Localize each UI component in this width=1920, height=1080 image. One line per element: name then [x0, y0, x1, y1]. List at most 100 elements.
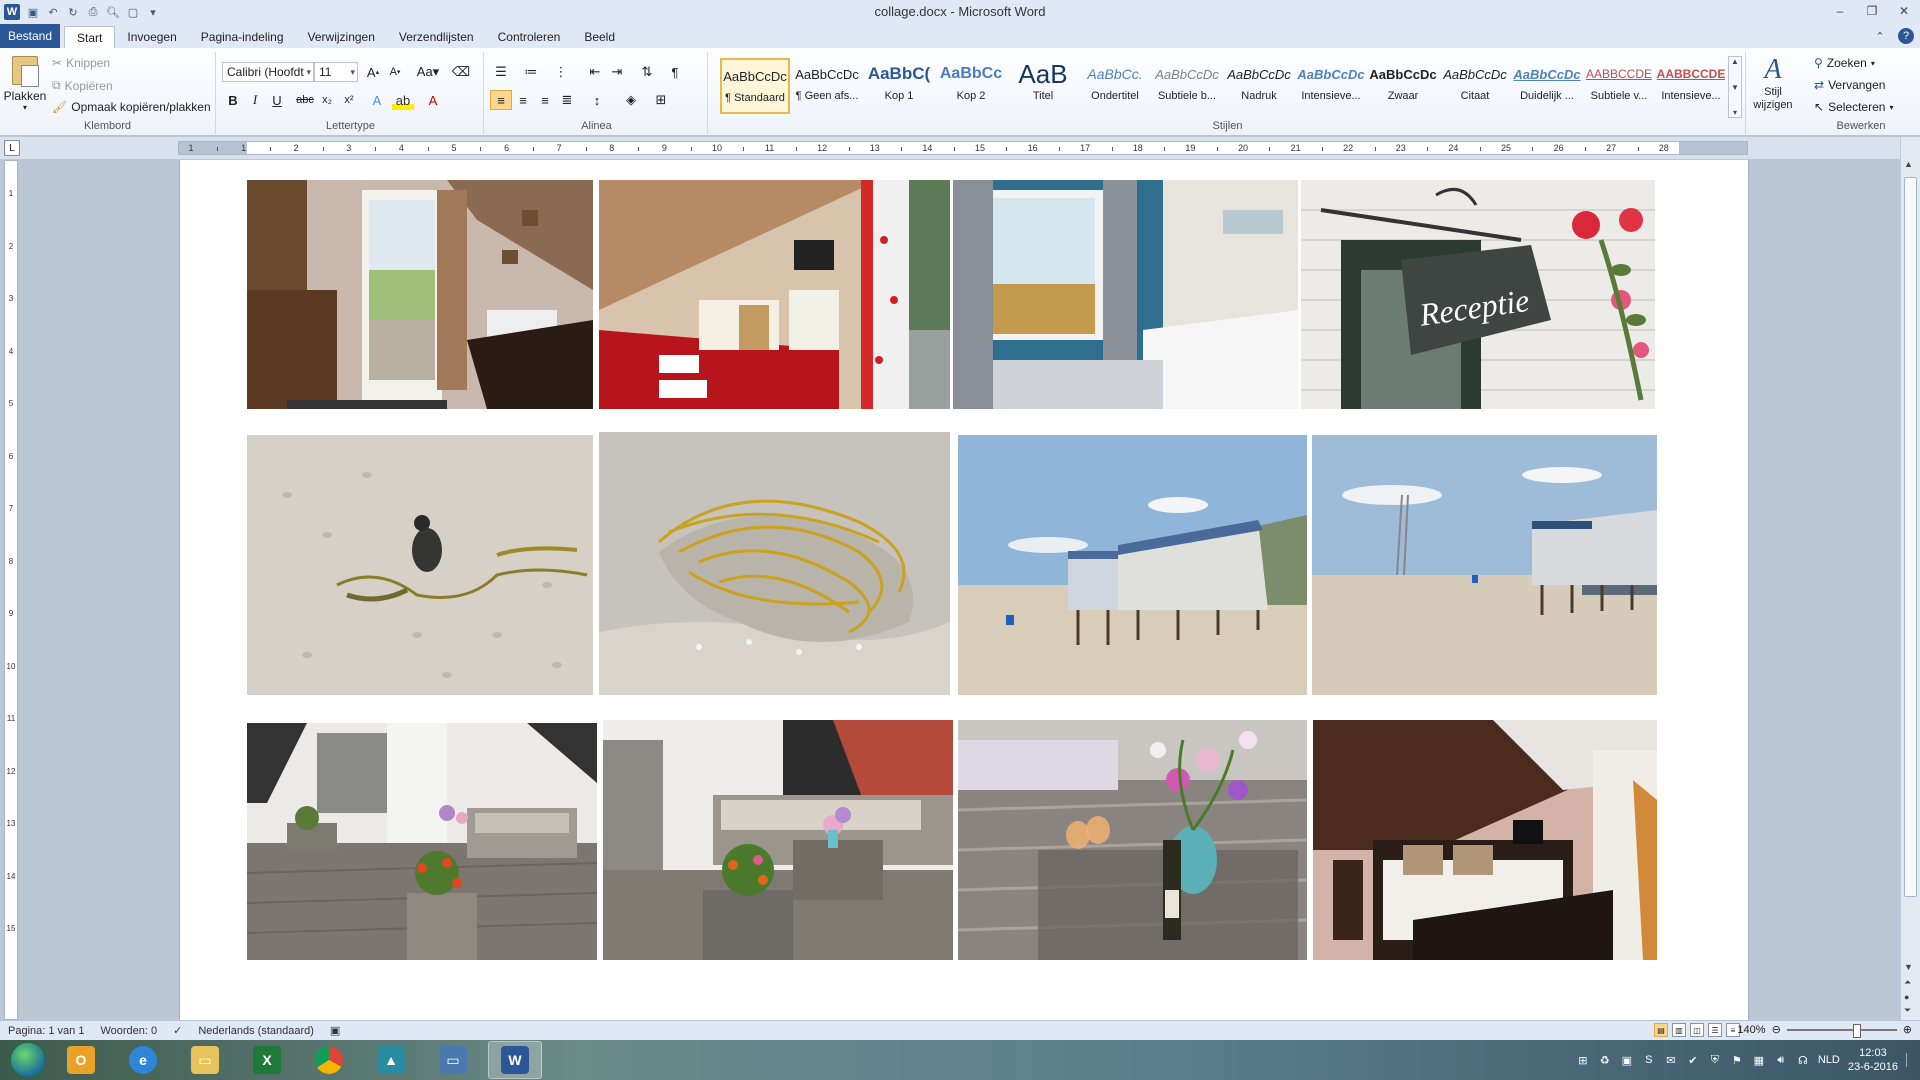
language-status[interactable]: Nederlands (standaard) — [190, 1025, 322, 1037]
increase-indent-icon[interactable]: ⇥ — [606, 62, 628, 82]
tab-home[interactable]: Start — [64, 26, 116, 48]
vertical-scrollbar[interactable]: ▲ ▼ ⏶ ● ⏷ — [1900, 137, 1920, 1020]
horizontal-ruler[interactable]: 1 1 2 3 4 5 6 7 8 9 10 11 12 13 14 15 16 17 18 19 20 21 22 23 24… — [178, 141, 1748, 155]
tab-file[interactable]: Bestand — [0, 24, 61, 48]
app-tray-icon[interactable]: ▣ — [1620, 1053, 1634, 1067]
customize-qat-icon[interactable]: ▾ — [146, 5, 160, 19]
skype-icon[interactable]: S — [1642, 1053, 1656, 1067]
select-button[interactable]: ↖ Selecteren ▾ — [1814, 100, 1893, 114]
word-logo-icon[interactable]: W — [4, 4, 20, 20]
style-standard[interactable]: AaBbCcDc ¶ Standaard — [720, 58, 790, 114]
align-center-icon[interactable]: ≡ — [512, 90, 534, 110]
style-emphasis[interactable]: AaBbCcDc Nadruk — [1224, 58, 1294, 114]
help-icon[interactable]: ? — [1898, 28, 1914, 44]
copy-button[interactable]: ⧉ Kopiëren — [52, 78, 113, 93]
replace-button[interactable]: ⇄ Vervangen — [1814, 78, 1885, 92]
print-icon[interactable]: ⎙ — [86, 5, 100, 19]
full-screen-reading-icon[interactable]: ▥ — [1672, 1023, 1686, 1037]
close-button[interactable]: ✕ — [1888, 0, 1920, 22]
align-right-icon[interactable]: ≡ — [534, 90, 556, 110]
style-quote[interactable]: AaBbCcDc Citaat — [1440, 58, 1510, 114]
underline-icon[interactable]: U — [266, 90, 288, 110]
tab-selector-icon[interactable]: L — [4, 140, 20, 156]
recycle-icon[interactable]: ♻ — [1598, 1053, 1612, 1067]
windows-icon[interactable]: ⊞ — [1576, 1053, 1590, 1067]
page-count[interactable]: Pagina: 1 van 1 — [0, 1025, 92, 1037]
taskbar-excel[interactable]: X — [240, 1041, 294, 1079]
start-button[interactable] — [10, 1042, 46, 1078]
network-icon[interactable]: ▦ — [1752, 1053, 1766, 1067]
shrink-font-icon[interactable]: A ▾ — [384, 62, 406, 82]
format-painter-button[interactable]: 🖌︎ Opmaak kopiëren/plakken — [52, 100, 211, 114]
taskbar-internet-explorer[interactable]: e — [116, 1041, 170, 1079]
browse-object-icon[interactable]: ● — [1904, 992, 1909, 1002]
style-intense-reference[interactable]: AABBCCDE Intensieve... — [1656, 58, 1726, 114]
minimize-button[interactable]: – — [1824, 0, 1856, 22]
styles-gallery-scroll[interactable]: ▲ ▼ ▾ — [1728, 56, 1742, 118]
style-subtle-emphasis[interactable]: AaBbCcDc Subtiele b... — [1152, 58, 1222, 114]
align-left-icon[interactable]: ≡ — [490, 90, 512, 110]
line-spacing-icon[interactable]: ↕ — [586, 90, 608, 110]
next-page-icon[interactable]: ⏷ — [1904, 1005, 1911, 1016]
style-subtle-reference[interactable]: AABBCCDE Subtiele v... — [1584, 58, 1654, 114]
sort-icon[interactable]: ⇅ — [636, 62, 658, 82]
subscript-icon[interactable]: x₂ — [316, 90, 338, 110]
redo-icon[interactable]: ↻ — [66, 5, 80, 19]
photo-seaweed[interactable] — [599, 432, 950, 695]
taskbar-outlook[interactable]: O — [54, 1041, 108, 1079]
document-page[interactable]: Receptie — [180, 160, 1748, 1020]
photo-red-room[interactable] — [599, 180, 950, 409]
taskbar-explorer[interactable]: ▭ — [178, 1041, 232, 1079]
decrease-indent-icon[interactable]: ⇤ — [584, 62, 606, 82]
show-desktop-icon[interactable] — [1906, 1053, 1912, 1067]
restore-button[interactable]: ❐ — [1856, 0, 1888, 22]
taskbar-photo-app[interactable]: ▲ — [364, 1041, 418, 1079]
minimize-ribbon-icon[interactable]: ⌃ — [1872, 28, 1888, 44]
photo-terrace-sofa[interactable] — [603, 720, 953, 960]
taskbar-chrome[interactable] — [302, 1041, 356, 1079]
tab-page-layout[interactable]: Pagina-indeling — [189, 26, 296, 48]
style-no-spacing[interactable]: AaBbCcDc ¶ Geen afs... — [792, 58, 862, 114]
bullets-icon[interactable]: ☰ — [490, 62, 512, 82]
photo-reception-sign[interactable]: Receptie — [1301, 180, 1655, 409]
style-strong[interactable]: AaBbCcDc Zwaar — [1368, 58, 1438, 114]
shading-icon[interactable]: ◈ — [620, 90, 642, 110]
mail-icon[interactable]: ✉ — [1664, 1053, 1678, 1067]
new-document-icon[interactable]: ▢ — [126, 5, 140, 19]
cut-button[interactable]: ✂ Knippen — [52, 56, 110, 70]
flag-icon[interactable]: ⚑ — [1730, 1053, 1744, 1067]
volume-icon[interactable]: 🔊︎ — [1774, 1053, 1788, 1067]
change-case-icon[interactable]: Aa▾ — [414, 62, 442, 82]
photo-bedroom-door[interactable] — [247, 180, 593, 409]
numbering-icon[interactable]: ≔ — [520, 62, 542, 82]
highlight-icon[interactable]: ab — [392, 90, 414, 110]
print-preview-icon[interactable]: 🔍︎ — [106, 5, 120, 19]
strikethrough-icon[interactable]: abc — [294, 90, 316, 110]
tab-insert[interactable]: Invoegen — [115, 26, 188, 48]
zoom-level[interactable]: 140% — [1737, 1024, 1765, 1036]
undo-icon[interactable]: ↶ — [46, 5, 60, 19]
tab-references[interactable]: Verwijzingen — [296, 26, 387, 48]
style-heading-2[interactable]: AaBbCc Kop 2 — [936, 58, 1006, 114]
taskbar-word[interactable]: W — [488, 1041, 542, 1079]
chevron-up-icon[interactable]: ▲ — [1731, 57, 1739, 66]
photo-beach-huts-wide[interactable] — [1312, 435, 1657, 695]
grow-font-icon[interactable]: A ▴ — [362, 62, 384, 82]
zoom-in-icon[interactable]: ⊕ — [1903, 1023, 1912, 1036]
style-title[interactable]: AaB Titel — [1008, 58, 1078, 114]
save-icon[interactable]: ▣ — [26, 5, 40, 19]
style-subtitle[interactable]: AaBbCc. Ondertitel — [1080, 58, 1150, 114]
tab-view[interactable]: Beeld — [572, 26, 627, 48]
scroll-down-icon[interactable]: ▼ — [1904, 962, 1913, 972]
print-layout-view-icon[interactable]: ▤ — [1654, 1023, 1668, 1037]
justify-icon[interactable]: ≣ — [556, 90, 578, 110]
paste-button[interactable]: Plakken ▾ — [4, 54, 46, 112]
change-styles-button[interactable]: A Stijl wijzigen — [1748, 54, 1798, 120]
tab-mailings[interactable]: Verzendlijsten — [387, 26, 486, 48]
chevron-down-icon[interactable]: ▼ — [1731, 83, 1739, 92]
font-color-icon[interactable]: A — [422, 90, 444, 110]
find-button[interactable]: ⚲ Zoeken ▾ — [1814, 56, 1875, 70]
photo-beach-huts[interactable] — [958, 435, 1307, 695]
word-count[interactable]: Woorden: 0 — [92, 1025, 165, 1037]
scrollbar-thumb[interactable] — [1904, 177, 1917, 897]
